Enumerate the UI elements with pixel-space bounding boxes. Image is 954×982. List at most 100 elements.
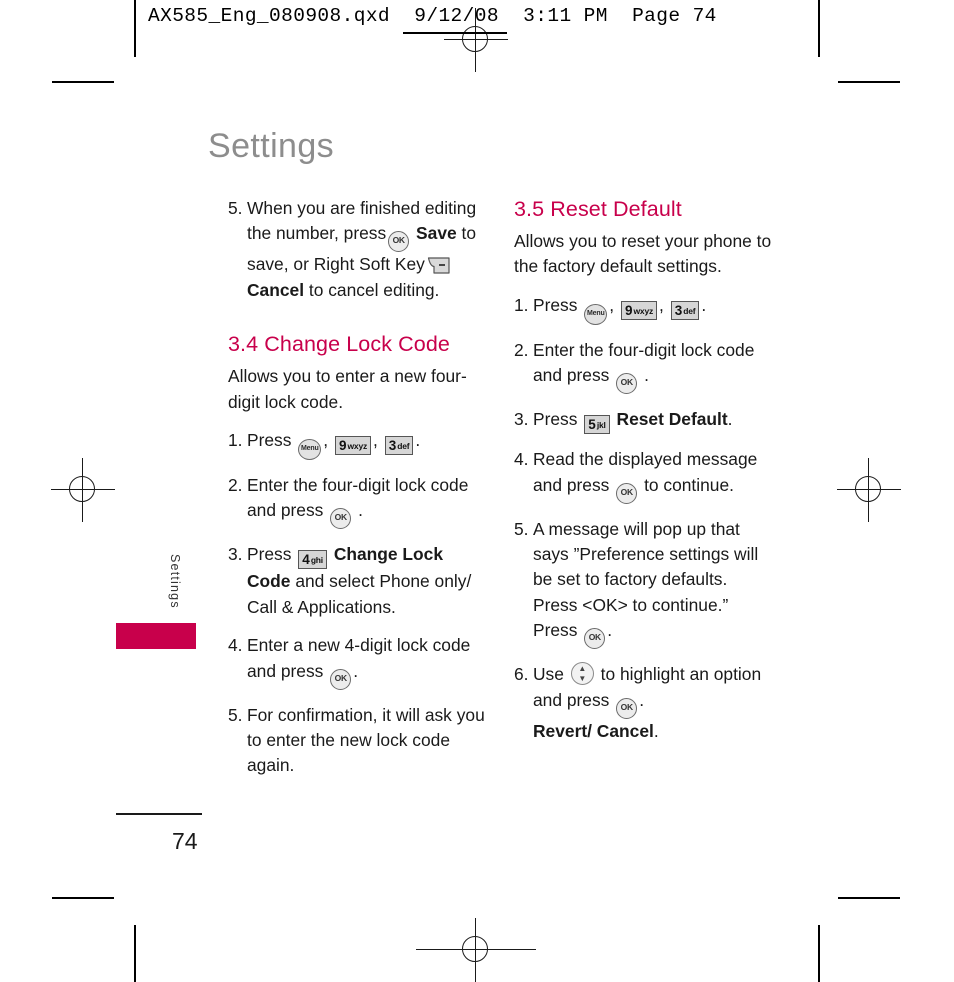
step-body: When you are finished editing the number… — [247, 196, 490, 303]
right-soft-key-icon — [427, 256, 451, 275]
chevron-up-icon: ▲ — [578, 663, 587, 673]
registration-mark-right — [837, 458, 901, 522]
step-text: to highlight an option and press — [533, 664, 762, 710]
step-comma: , — [609, 294, 615, 315]
registration-mark-bottom — [416, 918, 536, 982]
crop-mark-top-right — [838, 81, 900, 83]
page-number: 74 — [172, 828, 198, 854]
step-number: 1. — [514, 294, 529, 315]
step-number: 4. — [228, 635, 243, 656]
step-period: . — [639, 689, 645, 710]
step-bold-reset-default: Reset Default — [616, 409, 728, 430]
key-digit: 3 — [674, 302, 683, 318]
key-digit: 5 — [588, 417, 596, 433]
ok-key-icon: OK — [388, 231, 410, 253]
step-number: 5. — [228, 198, 243, 218]
step-text: Use — [533, 664, 564, 685]
step-text: to continue. — [644, 474, 734, 495]
step-comma: , — [373, 430, 378, 451]
registration-mark-left — [51, 458, 115, 522]
navigation-key-icon: ▲ ▼ — [570, 662, 594, 686]
crop-mark-bottom-left — [52, 897, 114, 899]
bleed-line-right-bottom — [818, 925, 820, 982]
step-body: Use ▲ ▼ to highlight an option and press … — [533, 662, 776, 744]
step-body: Enter a new 4-digit lock code and press … — [247, 633, 490, 690]
crop-mark-bottom-right — [838, 897, 900, 899]
key-letters: def — [397, 441, 410, 452]
list-item: 5. A message will pop up that says ”Pref… — [514, 517, 776, 650]
key-9-icon: 9wxyz — [334, 436, 372, 456]
step-body: Enter the four-digit lock code and press… — [533, 338, 776, 395]
list-item: 3. Press 5jkl Reset Default. — [514, 407, 776, 435]
footer-rule — [116, 813, 202, 815]
step-number: 3. — [514, 409, 529, 430]
list-item: 5. When you are finished editing the num… — [228, 196, 490, 303]
step-number: 6. — [514, 664, 529, 685]
key-5-icon: 5jkl — [584, 415, 610, 435]
step-text: Enter a new 4-digit lock code and press — [247, 635, 471, 681]
step-period: . — [353, 660, 359, 681]
menu-key-icon: Menu — [298, 439, 322, 461]
section-intro: Allows you to enter a new four-digit loc… — [228, 366, 467, 412]
key-digit: 4 — [302, 552, 310, 568]
list-item: 4. Enter a new 4-digit lock code and pre… — [228, 633, 490, 690]
step-bold-cancel: Cancel — [247, 279, 305, 300]
key-letters: def — [683, 305, 696, 316]
step-body: Press Menu, 9wxyz, 3def. — [533, 293, 776, 325]
registration-circle — [855, 476, 881, 502]
key-digit: 3 — [388, 438, 397, 454]
ok-key-icon: OK — [616, 697, 638, 719]
ok-key-icon: OK — [584, 628, 606, 650]
page-title: Settings — [208, 127, 335, 165]
key-letters: wxyz — [347, 441, 368, 452]
section-heading-3-5: 3.5 Reset Default — [514, 197, 682, 221]
step-period: . — [727, 409, 733, 430]
key-digit: 9 — [338, 438, 347, 454]
stamp-underline — [403, 32, 507, 34]
key-letters: jkl — [596, 420, 606, 431]
side-tab-label: Settings — [168, 554, 182, 609]
list-item: 2. Enter the four-digit lock code and pr… — [228, 473, 490, 530]
left-text-column: 5. When you are finished editing the num… — [228, 196, 490, 792]
step-body: Enter the four-digit lock code and press… — [247, 473, 490, 530]
step-number: 3. — [228, 544, 243, 565]
key-3-icon: 3def — [384, 436, 414, 456]
section-heading-3-4: 3.4 Change Lock Code — [228, 332, 450, 357]
step-number: 5. — [228, 704, 243, 725]
step-text: A message will pop up that says ”Prefere… — [533, 518, 759, 615]
key-letters: wxyz — [633, 305, 654, 316]
step-body: A message will pop up that says ”Prefere… — [533, 517, 776, 650]
step-body: For confirmation, it will ask you to ent… — [247, 704, 485, 776]
ok-key-icon: OK — [616, 373, 638, 395]
ok-key-icon: OK — [330, 668, 352, 690]
step-text: Press — [247, 430, 292, 451]
list-item: 3. Press 4ghi Change Lock Code and selec… — [228, 542, 490, 620]
list-item: 1. Press Menu, 9wxyz, 3def. — [228, 428, 490, 461]
list-item: 2. Enter the four-digit lock code and pr… — [514, 338, 776, 395]
step-number: 2. — [228, 475, 243, 496]
key-letters: ghi — [310, 555, 323, 566]
step-period: . — [653, 720, 659, 741]
step-body: Press 5jkl Reset Default. — [533, 407, 776, 435]
right-text-column: 3.5 Reset Default Allows you to reset yo… — [514, 196, 776, 757]
step-period: . — [701, 294, 707, 315]
step-comma: , — [659, 294, 664, 315]
step-period: . — [607, 620, 613, 641]
key-9-icon: 9wxyz — [620, 300, 658, 320]
key-digit: 9 — [624, 302, 633, 318]
crop-mark-top-left — [52, 81, 114, 83]
section-intro: Allows you to reset your phone to the fa… — [514, 231, 772, 277]
step-body: Press Menu, 9wxyz, 3def. — [247, 428, 490, 461]
step-body: Press 4ghi Change Lock Code and select P… — [247, 542, 490, 620]
key-4-icon: 4ghi — [298, 550, 327, 570]
list-item: 1. Press Menu, 9wxyz, 3def. — [514, 293, 776, 325]
ok-key-icon: OK — [330, 508, 352, 530]
menu-key-icon: Menu — [584, 303, 608, 325]
step-text: Press — [533, 620, 578, 641]
step-period: . — [415, 430, 421, 451]
step-period: . — [644, 365, 649, 386]
stamp-text: AX585_Eng_080908.qxd 9/12/08 3:11 PM Pag… — [148, 5, 717, 27]
step-text: Press — [533, 294, 578, 315]
step-number: 5. — [514, 518, 529, 539]
registration-circle — [462, 936, 488, 962]
